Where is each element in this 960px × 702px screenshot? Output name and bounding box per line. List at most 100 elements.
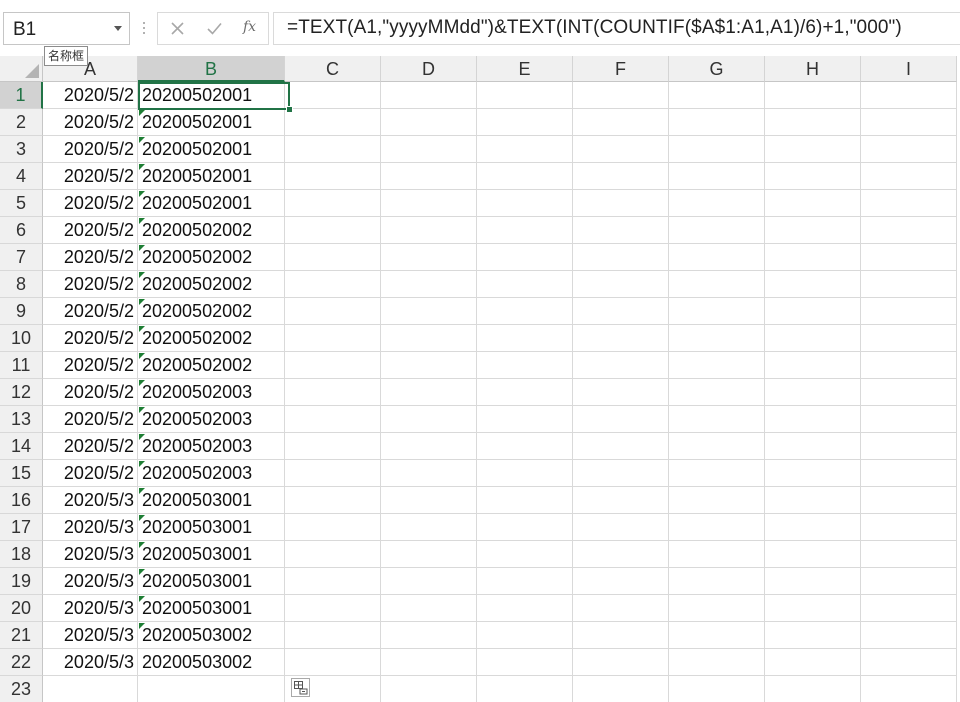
cell-c1[interactable] [285, 82, 381, 109]
cell-c5[interactable] [285, 190, 381, 217]
cell-e7[interactable] [477, 244, 573, 271]
cell-f22[interactable] [573, 649, 669, 676]
cell-f1[interactable] [573, 82, 669, 109]
cell-i20[interactable] [861, 595, 957, 622]
cell-g2[interactable] [669, 109, 765, 136]
cell-f15[interactable] [573, 460, 669, 487]
cell-a13[interactable]: 2020/5/2 [43, 406, 138, 433]
cell-d15[interactable] [381, 460, 477, 487]
cell-h3[interactable] [765, 136, 861, 163]
cell-e8[interactable] [477, 271, 573, 298]
cell-g4[interactable] [669, 163, 765, 190]
cell-h4[interactable] [765, 163, 861, 190]
cell-h12[interactable] [765, 379, 861, 406]
column-header-g[interactable]: G [669, 56, 765, 82]
cell-g20[interactable] [669, 595, 765, 622]
cell-e21[interactable] [477, 622, 573, 649]
row-header-14[interactable]: 14 [0, 433, 43, 460]
cell-h23[interactable] [765, 676, 861, 702]
cell-i7[interactable] [861, 244, 957, 271]
cell-i19[interactable] [861, 568, 957, 595]
row-header-3[interactable]: 3 [0, 136, 43, 163]
row-header-7[interactable]: 7 [0, 244, 43, 271]
cancel-button[interactable] [160, 13, 196, 44]
cell-c13[interactable] [285, 406, 381, 433]
cell-b3[interactable]: 20200502001 [138, 136, 285, 163]
cell-c19[interactable] [285, 568, 381, 595]
cell-d3[interactable] [381, 136, 477, 163]
name-box-dropdown-button[interactable] [107, 13, 129, 44]
cell-c4[interactable] [285, 163, 381, 190]
row-header-17[interactable]: 17 [0, 514, 43, 541]
cell-c17[interactable] [285, 514, 381, 541]
cell-f20[interactable] [573, 595, 669, 622]
cell-b20[interactable]: 20200503001 [138, 595, 285, 622]
cell-d22[interactable] [381, 649, 477, 676]
cell-h5[interactable] [765, 190, 861, 217]
cell-h13[interactable] [765, 406, 861, 433]
cell-f23[interactable] [573, 676, 669, 702]
row-header-19[interactable]: 19 [0, 568, 43, 595]
cell-f10[interactable] [573, 325, 669, 352]
cell-f4[interactable] [573, 163, 669, 190]
cell-c10[interactable] [285, 325, 381, 352]
cell-g3[interactable] [669, 136, 765, 163]
cell-i21[interactable] [861, 622, 957, 649]
cell-c16[interactable] [285, 487, 381, 514]
row-header-18[interactable]: 18 [0, 541, 43, 568]
cell-g8[interactable] [669, 271, 765, 298]
cell-h2[interactable] [765, 109, 861, 136]
cell-c12[interactable] [285, 379, 381, 406]
cell-f7[interactable] [573, 244, 669, 271]
cell-g18[interactable] [669, 541, 765, 568]
cell-c20[interactable] [285, 595, 381, 622]
cell-e13[interactable] [477, 406, 573, 433]
cell-f9[interactable] [573, 298, 669, 325]
row-header-13[interactable]: 13 [0, 406, 43, 433]
cell-e19[interactable] [477, 568, 573, 595]
cell-i9[interactable] [861, 298, 957, 325]
cell-c14[interactable] [285, 433, 381, 460]
cell-b5[interactable]: 20200502001 [138, 190, 285, 217]
cell-g14[interactable] [669, 433, 765, 460]
cell-i23[interactable] [861, 676, 957, 702]
cell-f11[interactable] [573, 352, 669, 379]
cell-f5[interactable] [573, 190, 669, 217]
cell-b7[interactable]: 20200502002 [138, 244, 285, 271]
cell-a20[interactable]: 2020/5/3 [43, 595, 138, 622]
cell-a10[interactable]: 2020/5/2 [43, 325, 138, 352]
cell-d14[interactable] [381, 433, 477, 460]
cell-i3[interactable] [861, 136, 957, 163]
cell-b16[interactable]: 20200503001 [138, 487, 285, 514]
column-header-f[interactable]: F [573, 56, 669, 82]
error-indicator-icon[interactable] [139, 407, 145, 413]
cell-i15[interactable] [861, 460, 957, 487]
cell-i22[interactable] [861, 649, 957, 676]
cell-d21[interactable] [381, 622, 477, 649]
cell-h21[interactable] [765, 622, 861, 649]
cell-d17[interactable] [381, 514, 477, 541]
cell-g11[interactable] [669, 352, 765, 379]
cell-a2[interactable]: 2020/5/2 [43, 109, 138, 136]
cell-b4[interactable]: 20200502001 [138, 163, 285, 190]
cell-c11[interactable] [285, 352, 381, 379]
cell-c2[interactable] [285, 109, 381, 136]
cell-f14[interactable] [573, 433, 669, 460]
row-header-6[interactable]: 6 [0, 217, 43, 244]
cell-b15[interactable]: 20200502003 [138, 460, 285, 487]
cell-c3[interactable] [285, 136, 381, 163]
error-indicator-icon[interactable] [139, 434, 145, 440]
cell-f3[interactable] [573, 136, 669, 163]
row-header-10[interactable]: 10 [0, 325, 43, 352]
cell-b17[interactable]: 20200503001 [138, 514, 285, 541]
cell-a5[interactable]: 2020/5/2 [43, 190, 138, 217]
cell-e10[interactable] [477, 325, 573, 352]
cell-h22[interactable] [765, 649, 861, 676]
error-indicator-icon[interactable] [139, 299, 145, 305]
column-header-h[interactable]: H [765, 56, 861, 82]
cell-c22[interactable] [285, 649, 381, 676]
cell-d9[interactable] [381, 298, 477, 325]
row-header-15[interactable]: 15 [0, 460, 43, 487]
name-box[interactable]: B1 [3, 12, 130, 45]
cell-g22[interactable] [669, 649, 765, 676]
